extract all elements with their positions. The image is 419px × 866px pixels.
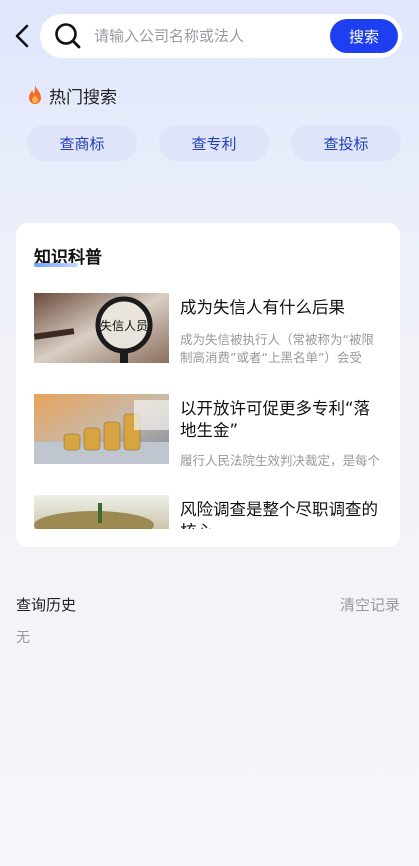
clear-history-button[interactable]: 清空记录 — [340, 594, 400, 615]
search-input[interactable] — [94, 14, 314, 58]
article-title: 以开放许可促更多专利“落地生金” — [180, 399, 371, 440]
history-title: 查询历史 — [16, 596, 77, 614]
chip-bidding[interactable]: 查投标 — [291, 125, 401, 161]
fire-icon — [29, 85, 41, 104]
top-bar: 搜索 — [0, 12, 419, 60]
search-box: 搜索 — [40, 14, 402, 58]
search-button[interactable]: 搜索 — [330, 19, 398, 53]
title-underline — [34, 263, 78, 267]
chip-trademark[interactable]: 查商标 — [27, 125, 137, 161]
article-title: 风险调查是整个尽职调查的核心 — [180, 500, 378, 529]
article-item[interactable]: 失信人员 成为失信人有什么后果 成为失信被执行人（常被称为“被限制高消费”或者“… — [34, 293, 384, 383]
back-arrow-icon[interactable] — [10, 22, 36, 50]
hot-search-header: 热门搜索 — [26, 82, 117, 108]
search-icon — [55, 23, 81, 49]
article-list[interactable]: 失信人员 成为失信人有什么后果 成为失信被执行人（常被称为“被限制高消费”或者“… — [16, 279, 400, 529]
article-excerpt: 成为失信被执行人（常被称为“被限制高消费”或者“上黑名单”）会受 — [180, 332, 374, 365]
article-title: 成为失信人有什么后果 — [180, 298, 345, 317]
article-item[interactable]: 风险调查是整个尽职调查的核心 — [34, 495, 384, 529]
chip-patent[interactable]: 查专利 — [159, 125, 269, 161]
article-thumbnail — [34, 394, 169, 464]
history-empty-text: 无 — [16, 630, 30, 646]
article-thumbnail — [34, 495, 169, 529]
article-excerpt: 履行人民法院生效判决裁定，是每个公民应尽的义务。 — [180, 453, 381, 468]
thumbnail-text: 失信人员 — [100, 318, 148, 333]
knowledge-card: 知识科普 失信人员 成为失信人有什么后果 成为失信被执行人（常被称为“被限制高消… — [16, 223, 400, 547]
hot-search-title: 热门搜索 — [49, 87, 117, 108]
article-item[interactable]: 以开放许可促更多专利“落地生金” 履行人民法院生效判决裁定，是每个公民应尽的义务… — [34, 394, 384, 484]
article-thumbnail: 失信人员 — [34, 293, 169, 363]
